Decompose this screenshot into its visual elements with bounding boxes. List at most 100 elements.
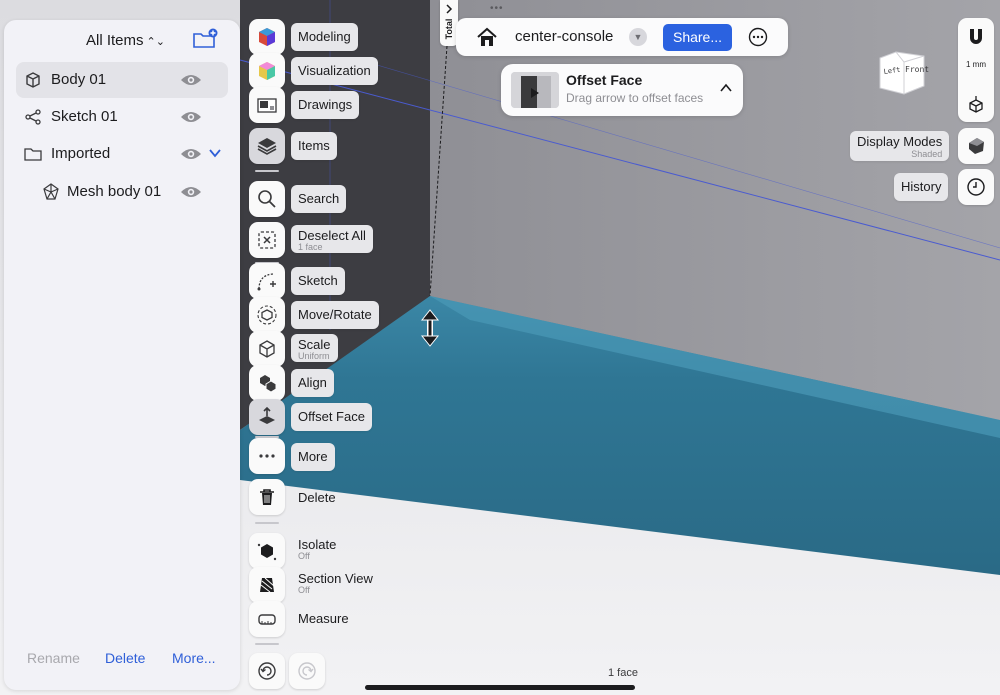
tree-item-imported[interactable]: Imported xyxy=(16,136,228,172)
drawings-label[interactable]: Drawings xyxy=(291,91,360,119)
section-view-button[interactable] xyxy=(249,567,285,603)
scale-cube-icon xyxy=(259,340,275,358)
history-button[interactable] xyxy=(958,169,994,205)
sketch-label[interactable]: Sketch xyxy=(291,267,345,295)
scale-text: Scale xyxy=(298,337,331,352)
axes-cube-icon[interactable] xyxy=(965,94,987,116)
offset-face-label[interactable]: Offset Face xyxy=(291,403,372,431)
visibility-eye-icon[interactable] xyxy=(180,109,202,125)
tree-item-label: Sketch 01 xyxy=(51,108,118,125)
search-button[interactable] xyxy=(249,181,285,217)
scale-label[interactable]: Scale Uniform xyxy=(291,334,338,362)
drag-handle-dots[interactable]: ••• xyxy=(490,3,504,14)
isolate-state: Off xyxy=(298,551,310,561)
more-options-icon[interactable] xyxy=(748,27,768,47)
drawings-workspace-button[interactable] xyxy=(249,87,285,123)
visualization-label[interactable]: Visualization xyxy=(291,57,378,85)
offset-face-panel: Offset Face Drag arrow to offset faces xyxy=(501,64,743,116)
more-label[interactable]: More xyxy=(291,443,335,471)
more-actions-button[interactable]: More... xyxy=(172,650,216,666)
more-tools-button[interactable] xyxy=(249,438,285,474)
tree-item-mesh-body-01[interactable]: Mesh body 01 xyxy=(16,174,228,210)
toolbar-divider xyxy=(255,522,279,524)
operation-title: Offset Face xyxy=(566,72,643,88)
display-modes-button[interactable] xyxy=(958,128,994,164)
chevron-down-icon[interactable] xyxy=(208,147,222,159)
mesh-icon xyxy=(43,183,59,200)
scale-tool-button[interactable] xyxy=(249,331,285,367)
new-folder-icon[interactable] xyxy=(192,28,218,50)
search-label[interactable]: Search xyxy=(291,185,347,213)
tree-item-label: Imported xyxy=(51,145,111,162)
operation-hint: Drag arrow to offset faces xyxy=(566,91,704,105)
home-indicator[interactable] xyxy=(365,685,635,690)
sketch-tool-button[interactable] xyxy=(249,263,285,299)
tape-measure-icon xyxy=(258,614,276,625)
align-icon xyxy=(260,375,277,393)
move-rotate-icon xyxy=(257,305,277,325)
ellipsis-icon xyxy=(259,454,275,458)
measure-button[interactable] xyxy=(249,601,285,637)
isolate-label[interactable]: Isolate Off xyxy=(291,534,343,562)
modeling-label[interactable]: Modeling xyxy=(291,23,358,51)
selection-status: 1 face xyxy=(608,667,638,679)
home-icon[interactable] xyxy=(476,27,498,47)
items-title: All Items xyxy=(86,32,144,49)
tree-item-label: Body 01 xyxy=(51,71,107,88)
magnet-snap-icon[interactable] xyxy=(965,26,987,48)
deselect-all-label[interactable]: Deselect All 1 face xyxy=(291,225,373,253)
visualization-cube-icon xyxy=(259,62,275,80)
modeling-workspace-button[interactable] xyxy=(249,19,285,55)
align-tool-button[interactable] xyxy=(249,365,285,401)
items-label[interactable]: Items xyxy=(291,132,337,160)
move-rotate-tool-button[interactable] xyxy=(249,297,285,333)
deselect-all-button[interactable] xyxy=(249,222,285,258)
tree-item-label: Mesh body 01 xyxy=(67,183,162,200)
visibility-eye-icon[interactable] xyxy=(180,72,202,88)
isolate-button[interactable] xyxy=(249,533,285,569)
tree-item-sketch-01[interactable]: Sketch 01 xyxy=(16,99,228,135)
document-menu-chevron-icon[interactable]: ▼ xyxy=(629,28,647,46)
delete-tool-button[interactable] xyxy=(249,479,285,515)
section-view-state: Off xyxy=(298,585,310,595)
display-modes-label[interactable]: Display Modes Shaded xyxy=(850,131,950,161)
rename-button[interactable]: Rename xyxy=(27,650,80,666)
layers-icon xyxy=(257,138,277,155)
delete-label[interactable]: Delete xyxy=(291,484,343,512)
snap-panel: 1 mm xyxy=(958,18,994,122)
search-icon xyxy=(258,190,276,208)
drawings-sheet-icon xyxy=(257,98,277,113)
visualization-workspace-button[interactable] xyxy=(249,53,285,89)
view-cube-front-label: Front xyxy=(905,65,929,74)
chevron-up-icon[interactable] xyxy=(720,83,732,93)
move-rotate-label[interactable]: Move/Rotate xyxy=(291,301,379,329)
snap-increment[interactable]: 1 mm xyxy=(958,60,994,69)
deselect-icon xyxy=(258,231,276,249)
items-filter-dropdown[interactable]: All Items ⌃⌄ xyxy=(86,32,165,49)
items-panel-toggle[interactable] xyxy=(249,128,285,164)
toolbar-divider xyxy=(255,170,279,172)
isolate-icon xyxy=(257,543,277,561)
redo-button[interactable] xyxy=(289,653,325,689)
undo-button[interactable] xyxy=(249,653,285,689)
measure-label[interactable]: Measure xyxy=(291,605,356,633)
deselect-all-text: Deselect All xyxy=(298,228,366,243)
visibility-eye-icon[interactable] xyxy=(180,146,202,162)
offset-face-tool-button[interactable] xyxy=(249,399,285,435)
document-title[interactable]: center-console xyxy=(515,28,613,45)
share-button[interactable]: Share... xyxy=(663,24,732,51)
align-label[interactable]: Align xyxy=(291,369,334,397)
offset-face-preview xyxy=(511,72,559,108)
folder-icon xyxy=(24,148,42,161)
section-view-label[interactable]: Section View Off xyxy=(291,568,380,596)
delete-item-button[interactable]: Delete xyxy=(105,650,145,666)
tree-item-body-01[interactable]: Body 01 xyxy=(16,62,228,98)
visibility-eye-icon[interactable] xyxy=(180,184,202,200)
scale-mode: Uniform xyxy=(298,351,330,361)
display-mode-value: Shaded xyxy=(911,149,943,159)
sketch-nodes-icon xyxy=(25,109,41,125)
modeling-cube-icon xyxy=(259,28,275,46)
view-cube[interactable]: Left Front xyxy=(872,44,930,98)
toolbar-divider xyxy=(255,643,279,645)
history-label[interactable]: History xyxy=(894,173,949,201)
